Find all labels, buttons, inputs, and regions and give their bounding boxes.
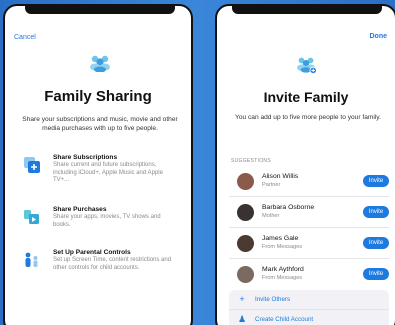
done-button[interactable]: Done	[370, 33, 388, 40]
avatar	[237, 173, 254, 190]
contact-relation: From Messages	[262, 275, 303, 281]
action-label: Invite Others	[255, 296, 291, 303]
actions-list: + Invite Others ♟ Create Child Account	[229, 290, 389, 325]
suggestions-list: Alison Willis Partner Invite Barbara Osb…	[229, 166, 389, 290]
contact-row: James Gale From Messages Invite	[229, 228, 389, 259]
family-add-icon	[297, 57, 317, 74]
page-subtitle: Share your subscriptions and music, movi…	[22, 116, 178, 132]
parental-controls-icon	[25, 252, 38, 267]
family-sharing-icon	[90, 55, 110, 72]
feature-description: Set up Screen Time, content restrictions…	[53, 257, 172, 271]
invite-family-screen: Done Invite Family You can add up to fiv…	[215, 4, 395, 325]
page-title: Invite Family	[263, 89, 349, 105]
contact-relation: From Messages	[262, 244, 303, 250]
family-sharing-screen: Cancel Family Sharing Share your subscri…	[3, 4, 193, 325]
invite-button[interactable]: Invite	[363, 175, 389, 187]
avatar	[237, 204, 254, 221]
feature-title: Set Up Parental Controls	[53, 249, 131, 256]
status-bar	[232, 6, 382, 14]
action-label: Create Child Account	[255, 316, 314, 323]
contact-relation: Mother	[262, 213, 280, 219]
invite-others-button[interactable]: + Invite Others	[229, 290, 389, 309]
contact-row: Alison Willis Partner Invite	[229, 166, 389, 197]
avatar	[237, 235, 254, 252]
share-subscriptions-icon	[24, 157, 40, 173]
feature-title: Share Purchases	[53, 206, 107, 213]
contact-row: Barbara Osborne Mother Invite	[229, 197, 389, 228]
avatar	[237, 266, 254, 283]
feature-description: Share your apps, movies, TV shows and bo…	[53, 214, 161, 228]
cancel-button[interactable]: Cancel	[14, 34, 36, 41]
page-title: Family Sharing	[44, 88, 152, 105]
feature-title: Share Subscriptions	[53, 154, 118, 161]
suggestions-header: SUGGESTIONS	[231, 158, 271, 164]
invite-button[interactable]: Invite	[363, 268, 389, 280]
status-bar	[25, 6, 175, 14]
page-subtitle: You can add up to five more people to yo…	[235, 114, 381, 121]
feature-description: Share current and future subscriptions, …	[53, 162, 163, 184]
invite-button[interactable]: Invite	[363, 206, 389, 218]
contact-name: Mark Aythford	[262, 266, 304, 273]
share-purchases-icon	[24, 210, 39, 224]
contact-row: Mark Aythford From Messages Invite	[229, 259, 389, 290]
plus-icon: +	[239, 294, 245, 304]
contact-relation: Partner	[262, 182, 281, 188]
contact-name: Barbara Osborne	[262, 204, 315, 211]
contact-name: Alison Willis	[262, 173, 299, 180]
invite-button[interactable]: Invite	[363, 237, 389, 249]
create-child-account-button[interactable]: ♟ Create Child Account	[229, 309, 389, 325]
child-account-icon: ♟	[237, 314, 247, 324]
contact-name: James Gale	[262, 235, 299, 242]
